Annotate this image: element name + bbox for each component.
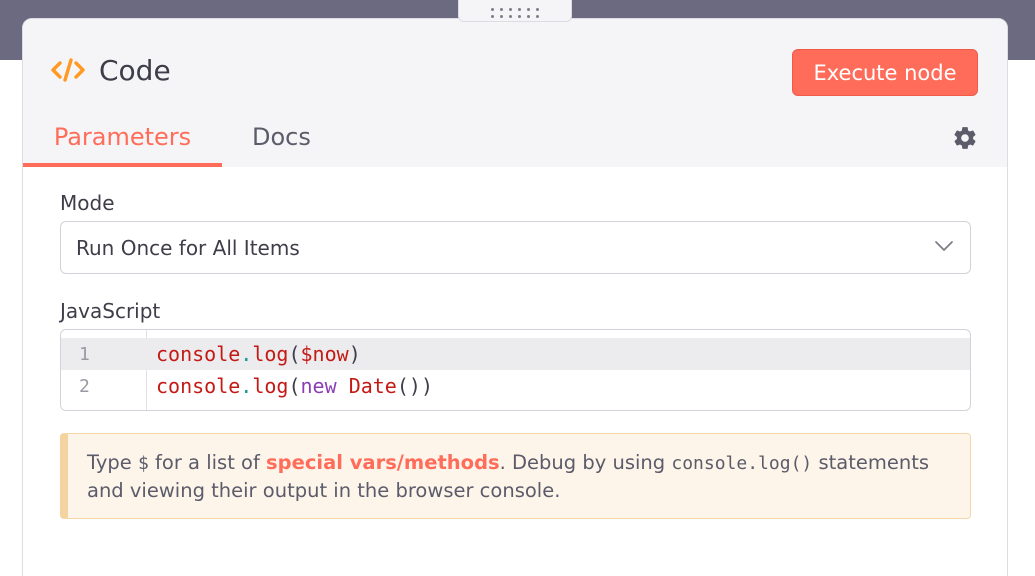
chevron-down-icon bbox=[935, 241, 953, 251]
line-number: 2 bbox=[79, 375, 90, 397]
node-title[interactable]: Code bbox=[99, 54, 171, 87]
code-line[interactable]: 2 console.log(new Date()) bbox=[61, 370, 970, 402]
dollar-code: $ bbox=[138, 453, 149, 474]
code-text[interactable]: console.log($now) bbox=[147, 342, 361, 366]
panel-tabs: Parameters Docs bbox=[23, 119, 1007, 167]
node-title-group: Code bbox=[51, 53, 171, 87]
javascript-label: JavaScript bbox=[60, 299, 161, 323]
code-hint-notice: Type $ for a list of special vars/method… bbox=[60, 433, 971, 519]
mode-label: Mode bbox=[60, 191, 115, 215]
special-vars-link[interactable]: special vars/methods bbox=[266, 451, 500, 474]
drag-dots-icon bbox=[490, 7, 540, 18]
mode-select-value: Run Once for All Items bbox=[76, 235, 300, 260]
tab-parameters[interactable]: Parameters bbox=[23, 119, 222, 167]
code-editor[interactable]: 1 console.log($now) 2 console.log(new Da… bbox=[60, 329, 971, 411]
code-line[interactable]: 1 console.log($now) bbox=[61, 338, 970, 370]
panel-drag-handle[interactable] bbox=[458, 0, 572, 22]
gear-icon[interactable] bbox=[952, 125, 978, 151]
line-number: 1 bbox=[79, 343, 90, 365]
panel-header: Code Execute node Parameters Docs bbox=[23, 19, 1007, 167]
mode-select[interactable]: Run Once for All Items bbox=[60, 221, 971, 274]
code-brackets-icon bbox=[51, 58, 85, 82]
node-details-panel: Code Execute node Parameters Docs Mode R… bbox=[22, 18, 1008, 576]
tab-docs[interactable]: Docs bbox=[252, 119, 311, 167]
execute-node-button[interactable]: Execute node bbox=[792, 49, 978, 96]
code-text[interactable]: console.log(new Date()) bbox=[147, 374, 433, 398]
console-log-code: console.log() bbox=[671, 453, 813, 474]
